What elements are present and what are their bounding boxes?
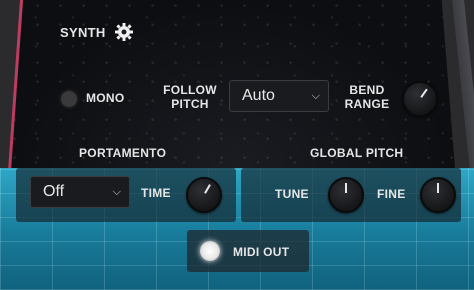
follow-pitch-dropdown[interactable]: Auto ⌵ [229, 80, 329, 112]
mono-label: MONO [86, 91, 125, 105]
follow-pitch-label: FOLLOW PITCH [160, 83, 220, 111]
portamento-header: PORTAMENTO [79, 146, 167, 160]
bend-range-label-line1: BEND [349, 83, 385, 97]
portamento-mode-value: Off [43, 183, 65, 200]
fine-knob[interactable] [420, 177, 456, 213]
chevron-down-icon: ⌵ [311, 89, 320, 102]
chevron-down-icon: ⌵ [112, 185, 121, 198]
follow-pitch-label-line1: FOLLOW [163, 83, 217, 97]
tune-label: TUNE [275, 187, 309, 201]
bend-range-label: BEND RANGE [343, 83, 391, 111]
section-title: SYNTH [60, 25, 106, 40]
follow-pitch-label-line2: PITCH [171, 97, 209, 111]
synth-panel: SYNTH MONO FOLLOW PITCH Auto ⌵ BEND RANG… [0, 0, 474, 290]
midi-out-toggle[interactable] [200, 241, 220, 261]
tune-knob[interactable] [328, 177, 364, 213]
panel-edge [452, 0, 474, 168]
time-label: TIME [141, 186, 171, 200]
bend-range-knob[interactable] [402, 81, 438, 117]
portamento-mode-dropdown[interactable]: Off ⌵ [30, 176, 130, 208]
gear-icon[interactable] [114, 22, 134, 42]
portamento-time-knob[interactable] [186, 177, 222, 213]
global-pitch-header: GLOBAL PITCH [310, 146, 404, 160]
midi-out-label: MIDI OUT [233, 245, 290, 259]
bend-range-label-line2: RANGE [344, 97, 390, 111]
mono-toggle[interactable] [59, 89, 79, 109]
fine-label: FINE [377, 187, 406, 201]
follow-pitch-value: Auto [242, 87, 275, 104]
